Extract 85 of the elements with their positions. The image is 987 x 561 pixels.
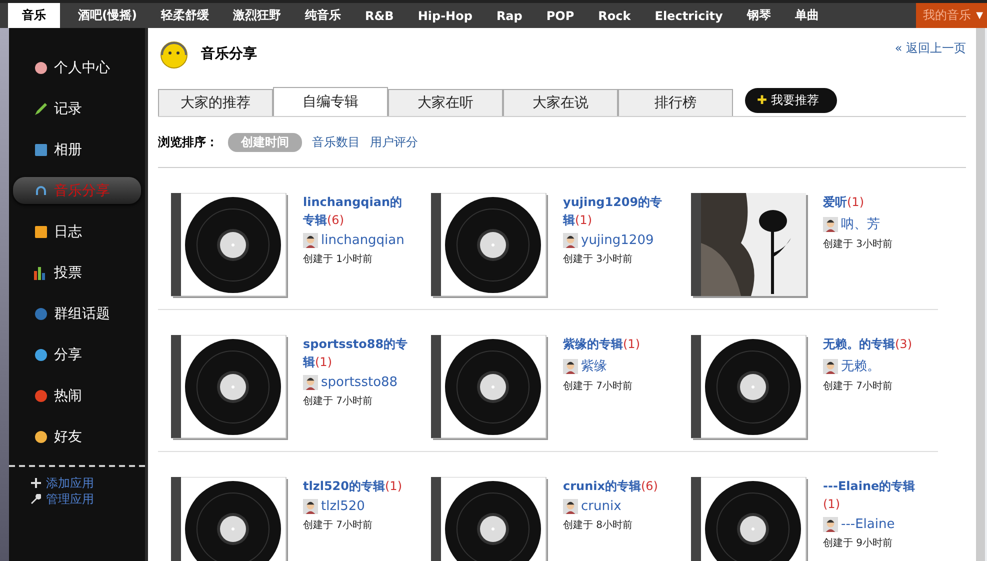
- album-title-link[interactable]: tlzl520的专辑(1): [303, 477, 411, 495]
- nav-tab[interactable]: 酒吧(慢摇): [66, 3, 149, 28]
- album-title-link[interactable]: crunix的专辑(6): [563, 477, 671, 495]
- sidebar-item[interactable]: 记录: [9, 88, 145, 129]
- sidebar-item[interactable]: 分享: [9, 334, 145, 375]
- nav-tab[interactable]: Rock: [586, 3, 643, 28]
- avatar-icon: [823, 517, 838, 532]
- sidebar-item[interactable]: 好友: [9, 416, 145, 457]
- nav-tab[interactable]: Rap: [484, 3, 534, 28]
- wrench-icon: [31, 494, 41, 504]
- avatar-icon: [563, 358, 578, 374]
- nav-tab[interactable]: POP: [534, 3, 586, 28]
- my-music-menu[interactable]: 我的音乐 ▼: [916, 3, 987, 28]
- sidebar-item[interactable]: 日志: [9, 211, 145, 252]
- album-title-link[interactable]: ---Elaine的专辑 (1): [823, 477, 931, 513]
- nav-tab[interactable]: 轻柔舒缓: [148, 3, 221, 28]
- created-time: 创建于 7小时前: [303, 518, 374, 532]
- created-time: 创建于 9小时前: [823, 536, 894, 550]
- owner-link[interactable]: sportssto88: [321, 375, 398, 390]
- owner-link[interactable]: ---Elaine: [841, 517, 895, 532]
- photo-icon: [33, 142, 49, 158]
- sidebar-item[interactable]: 相册: [9, 129, 145, 170]
- plus-icon: [31, 478, 41, 488]
- avatar-icon: [303, 233, 318, 248]
- nav-tab[interactable]: R&B: [352, 3, 406, 28]
- sort-label: 浏览排序：: [158, 134, 218, 150]
- page-title: 音乐分享: [201, 45, 257, 63]
- owner-link[interactable]: yujing1209: [581, 233, 654, 248]
- recommend-button[interactable]: ✚ 我要推荐: [745, 88, 837, 113]
- avatar-icon: [303, 499, 318, 514]
- vinyl-cover[interactable]: [691, 335, 809, 441]
- album-title-link[interactable]: sportssto88的专辑(1): [303, 335, 411, 371]
- sort-option[interactable]: 音乐数目: [312, 134, 360, 150]
- owner-link[interactable]: 无赖。: [841, 357, 880, 375]
- created-time: 创建于 3小时前: [563, 252, 634, 266]
- nav-tab[interactable]: 单曲: [782, 3, 831, 28]
- vinyl-cover[interactable]: [171, 335, 289, 441]
- album-title-link[interactable]: 紫缘的专辑(1): [563, 335, 671, 353]
- created-time: 创建于 1小时前: [303, 252, 374, 266]
- created-time: 创建于 7小时前: [823, 380, 894, 393]
- album-title-link[interactable]: 爱听(1): [823, 193, 931, 211]
- vinyl-cover[interactable]: [691, 477, 809, 561]
- avatar-icon: [823, 358, 838, 374]
- nav-tab[interactable]: Hip-Hop: [406, 3, 484, 28]
- nav-tab[interactable]: 音乐: [8, 3, 60, 28]
- tab[interactable]: 大家在听: [388, 89, 503, 116]
- owner-link[interactable]: 呐、芳: [841, 215, 880, 233]
- nav-tab[interactable]: Electricity: [642, 3, 735, 28]
- pencil-icon: [33, 100, 49, 116]
- created-time: 创建于 7小时前: [563, 380, 634, 393]
- avatar-icon: [563, 233, 578, 248]
- vinyl-cover[interactable]: [171, 477, 289, 561]
- album-title-link[interactable]: yujing1209的专辑(1): [563, 193, 671, 229]
- nav-tab[interactable]: 纯音乐: [292, 3, 353, 28]
- owner-link[interactable]: crunix: [581, 499, 622, 514]
- album-title-link[interactable]: linchangqian的专辑(6): [303, 193, 411, 229]
- tab[interactable]: 大家在说: [503, 89, 618, 116]
- avatar-icon: [563, 499, 578, 514]
- vinyl-cover[interactable]: [431, 477, 549, 561]
- owner-link[interactable]: 紫缘: [581, 357, 607, 375]
- sidebar-item[interactable]: 投票: [9, 252, 145, 293]
- sidebar-item[interactable]: 个人中心: [9, 47, 145, 88]
- avatar-icon: [303, 375, 318, 390]
- nav-tab[interactable]: 钢琴: [734, 3, 783, 28]
- created-time: 创建于 3小时前: [823, 238, 894, 251]
- owner-link[interactable]: tlzl520: [321, 499, 365, 514]
- vinyl-cover[interactable]: [431, 335, 549, 441]
- tab[interactable]: 自编专辑: [273, 87, 388, 116]
- owner-link[interactable]: linchangqian: [321, 233, 404, 248]
- nav-tab[interactable]: 激烈狂野: [220, 3, 293, 28]
- created-time: 创建于 7小时前: [303, 394, 374, 408]
- notepad-icon: [33, 224, 49, 240]
- created-time: 创建于 8小时前: [563, 518, 634, 532]
- avatar-icon: [823, 216, 838, 232]
- vinyl-cover[interactable]: [431, 193, 549, 299]
- sidebar-action-link[interactable]: 管理应用: [9, 491, 145, 507]
- vinyl-cover[interactable]: [171, 193, 289, 299]
- sidebar-action-link[interactable]: 添加应用: [9, 475, 145, 491]
- tab[interactable]: 排行榜: [618, 89, 733, 116]
- sidebar-item[interactable]: 群组话题: [9, 293, 145, 334]
- album-title-link[interactable]: 无赖。的专辑(3): [823, 335, 931, 353]
- sort-option[interactable]: 用户评分: [370, 134, 418, 150]
- back-link[interactable]: « 返回上一页: [894, 40, 966, 57]
- tab[interactable]: 大家的推荐: [158, 89, 273, 116]
- sidebar-item[interactable]: 热闹: [9, 375, 145, 416]
